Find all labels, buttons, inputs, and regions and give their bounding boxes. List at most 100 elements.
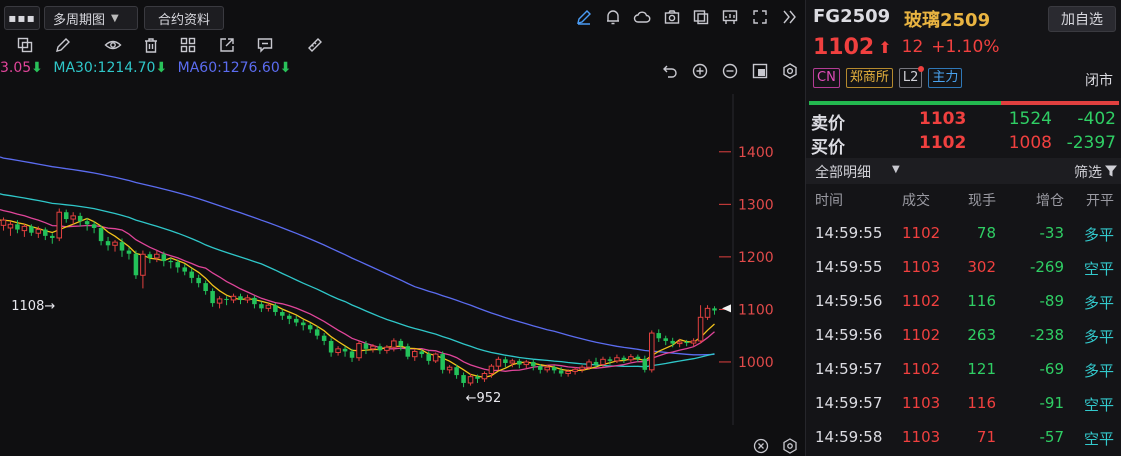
edit-icon[interactable] bbox=[54, 36, 72, 54]
candle-body bbox=[565, 370, 571, 375]
zoom-out-icon[interactable] bbox=[721, 62, 739, 80]
candle bbox=[189, 268, 194, 284]
price-row: 1102 ⬆ 12 +1.10% bbox=[813, 34, 1000, 60]
chevron-down-icon: ▼ bbox=[111, 12, 119, 24]
multi-period-label: 多周期图 bbox=[53, 12, 106, 28]
exchange-tag: 郑商所 bbox=[845, 68, 893, 88]
sell-ratio bbox=[1001, 101, 1119, 105]
cloud-icon[interactable] bbox=[633, 8, 651, 26]
monitor-icon[interactable] bbox=[721, 8, 739, 26]
candle bbox=[440, 351, 445, 374]
col-price: 成交 bbox=[902, 193, 930, 209]
indicator-settings-icon[interactable] bbox=[781, 437, 799, 455]
trade-row[interactable]: 14:59:57 1102 121 -69 多平 bbox=[806, 360, 1121, 382]
candle-body bbox=[544, 366, 550, 371]
candle bbox=[119, 238, 125, 257]
candle-body bbox=[0, 219, 7, 226]
trade-time: 14:59:56 bbox=[815, 326, 883, 344]
candle-body bbox=[35, 229, 42, 234]
contract-info-button[interactable]: 合约资料 bbox=[144, 6, 224, 30]
candle bbox=[98, 225, 104, 246]
candle-body bbox=[593, 361, 599, 365]
detail-filter-dropdown[interactable]: 全部明细 bbox=[815, 162, 871, 182]
detail-header: 全部明细 ▼ 筛选 bbox=[806, 158, 1121, 184]
trade-type: 空平 bbox=[1083, 260, 1114, 278]
fullscreen-icon[interactable] bbox=[751, 8, 769, 26]
bell-icon[interactable] bbox=[604, 8, 622, 26]
candle bbox=[21, 223, 28, 237]
l2-label: L2 bbox=[902, 70, 919, 85]
candle bbox=[7, 221, 14, 236]
candle-body bbox=[635, 356, 641, 359]
candle-body bbox=[203, 283, 208, 292]
candle bbox=[63, 209, 69, 223]
settings-icon[interactable] bbox=[781, 62, 799, 80]
eye-icon[interactable] bbox=[104, 36, 122, 54]
undo-icon[interactable] bbox=[661, 62, 679, 80]
candle bbox=[112, 240, 118, 252]
camera-icon[interactable] bbox=[663, 8, 681, 26]
layers-icon[interactable] bbox=[16, 36, 34, 54]
ruler-icon[interactable] bbox=[306, 36, 324, 54]
pencil-icon[interactable] bbox=[575, 8, 593, 26]
trash-icon[interactable] bbox=[142, 36, 160, 54]
candle-body bbox=[440, 354, 445, 370]
more-button[interactable]: ▪▪▪ bbox=[4, 6, 40, 30]
grid-icon[interactable] bbox=[179, 36, 197, 54]
candle-body bbox=[523, 361, 530, 366]
candle bbox=[0, 217, 7, 231]
last-price: 1102 bbox=[813, 34, 875, 60]
candle bbox=[216, 296, 223, 309]
share-icon[interactable] bbox=[218, 36, 236, 54]
market-tag: CN bbox=[813, 68, 840, 88]
trade-volume: 116 bbox=[967, 292, 996, 310]
candle-body bbox=[56, 211, 63, 239]
candlestick-chart[interactable]: 1400 1300 1200 1100 1000 1108→ ←952 bbox=[0, 80, 804, 456]
candle-body bbox=[300, 322, 306, 326]
window-icon[interactable] bbox=[692, 8, 710, 26]
chevron-down-icon[interactable]: ▼ bbox=[892, 164, 900, 175]
candle bbox=[517, 358, 522, 369]
candle-body bbox=[335, 348, 341, 353]
trade-row[interactable]: 14:59:55 1102 78 -33 多平 bbox=[806, 224, 1121, 246]
ask-volume: 1524 bbox=[1008, 109, 1052, 129]
y-tick-label: 1200 bbox=[738, 250, 774, 266]
reset-icon[interactable] bbox=[751, 62, 769, 80]
candle-body bbox=[238, 296, 243, 300]
zoom-in-icon[interactable] bbox=[691, 62, 709, 80]
collapse-icon[interactable] bbox=[780, 8, 798, 26]
trade-row[interactable]: 14:59:55 1103 302 -269 空平 bbox=[806, 258, 1121, 280]
comment-icon[interactable] bbox=[256, 36, 274, 54]
candle bbox=[391, 338, 397, 352]
candle bbox=[495, 356, 502, 370]
chart-panel: ▪▪▪ 多周期图 ▼ 合约资料 3.05⬇ MA30:1214.70⬇ MA60… bbox=[0, 0, 804, 456]
filter-button[interactable]: 筛选 bbox=[1074, 162, 1102, 182]
candle bbox=[196, 274, 201, 288]
candle-body bbox=[168, 261, 174, 263]
col-time: 时间 bbox=[815, 193, 843, 209]
bid-volume: 1008 bbox=[1008, 133, 1052, 153]
trade-row[interactable]: 14:59:56 1102 116 -89 多平 bbox=[806, 292, 1121, 314]
trade-oi-change: -57 bbox=[1039, 428, 1065, 446]
candle-body bbox=[29, 226, 34, 233]
candle-body bbox=[614, 357, 620, 362]
candle bbox=[203, 280, 208, 295]
candle-body bbox=[475, 376, 480, 379]
trade-table-header: 时间 成交 现手 增仓 开平 bbox=[806, 190, 1121, 212]
candle bbox=[265, 303, 272, 312]
trade-row[interactable]: 14:59:58 1103 71 -57 空平 bbox=[806, 428, 1121, 450]
trade-row[interactable]: 14:59:56 1102 263 -238 多平 bbox=[806, 326, 1121, 348]
multi-period-dropdown[interactable]: 多周期图 ▼ bbox=[44, 6, 138, 30]
trade-row[interactable]: 14:59:57 1103 116 -91 空平 bbox=[806, 394, 1121, 416]
candle-body bbox=[265, 304, 272, 309]
filter-icon[interactable] bbox=[1104, 164, 1118, 178]
candle bbox=[224, 296, 229, 306]
trade-type: 多平 bbox=[1083, 294, 1114, 312]
candle-body bbox=[517, 360, 522, 365]
candle-body bbox=[328, 340, 334, 353]
add-watchlist-button[interactable]: 加自选 bbox=[1048, 6, 1116, 32]
close-circle-icon[interactable] bbox=[752, 437, 770, 455]
trade-volume: 121 bbox=[967, 360, 996, 378]
l2-tag[interactable]: L2 bbox=[898, 66, 925, 88]
candle-body bbox=[84, 221, 90, 225]
